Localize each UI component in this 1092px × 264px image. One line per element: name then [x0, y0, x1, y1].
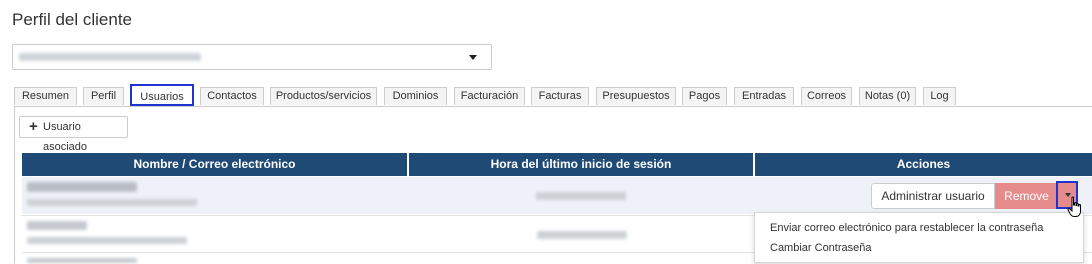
tab-correos[interactable]: Correos [801, 87, 852, 105]
user-name-blurred [27, 221, 87, 230]
menu-item-change-password[interactable]: Cambiar Contraseña [770, 242, 872, 254]
tab-dominios[interactable]: Dominios [384, 87, 447, 105]
tab-perfil[interactable]: Perfil [83, 87, 124, 105]
actions-dropdown-menu: Enviar correo electrónico para restablec… [754, 212, 1084, 263]
add-user-label: Usuario asociado [43, 121, 88, 153]
add-associated-user-button[interactable]: + Usuario asociado [19, 116, 128, 153]
tab-entradas[interactable]: Entradas [734, 87, 794, 105]
column-header-name-email: Nombre / Correo electrónico [22, 153, 407, 176]
menu-item-send-reset-email[interactable]: Enviar correo electrónico para restablec… [770, 222, 1043, 234]
column-header-last-login: Hora del último inicio de sesión [409, 153, 753, 176]
plus-icon: + [29, 118, 38, 135]
last-login-blurred [537, 231, 627, 239]
column-header-actions: Acciones [755, 153, 1092, 176]
tab-presupuestos[interactable]: Presupuestos [596, 87, 676, 105]
client-select[interactable] [12, 44, 492, 70]
tab-facturacion[interactable]: Facturación [454, 87, 525, 105]
remove-button[interactable]: Remove [995, 183, 1058, 209]
manage-user-button[interactable]: Administrar usuario [871, 183, 995, 209]
user-email-blurred [27, 237, 187, 244]
tab-bar: Resumen Perfil Usuarios Contactos Produc… [14, 84, 1092, 106]
user-email-blurred [27, 199, 197, 206]
page-title: Perfil del cliente [12, 10, 133, 29]
last-login-blurred [536, 192, 626, 200]
user-name-blurred [27, 258, 137, 263]
tab-productos-servicios[interactable]: Productos/servicios [270, 87, 377, 105]
chevron-down-icon[interactable] [469, 55, 477, 60]
client-select-value [19, 53, 201, 61]
tab-usuarios[interactable]: Usuarios [130, 84, 194, 106]
tab-pagos[interactable]: Pagos [682, 87, 727, 105]
tab-facturas[interactable]: Facturas [531, 87, 589, 105]
user-name-blurred [27, 182, 137, 192]
tab-contactos[interactable]: Contactos [200, 87, 264, 105]
hand-cursor-icon [1067, 196, 1081, 217]
tab-log[interactable]: Log [923, 87, 956, 105]
tab-notas[interactable]: Notas (0) [859, 87, 916, 105]
tab-resumen[interactable]: Resumen [14, 87, 77, 105]
